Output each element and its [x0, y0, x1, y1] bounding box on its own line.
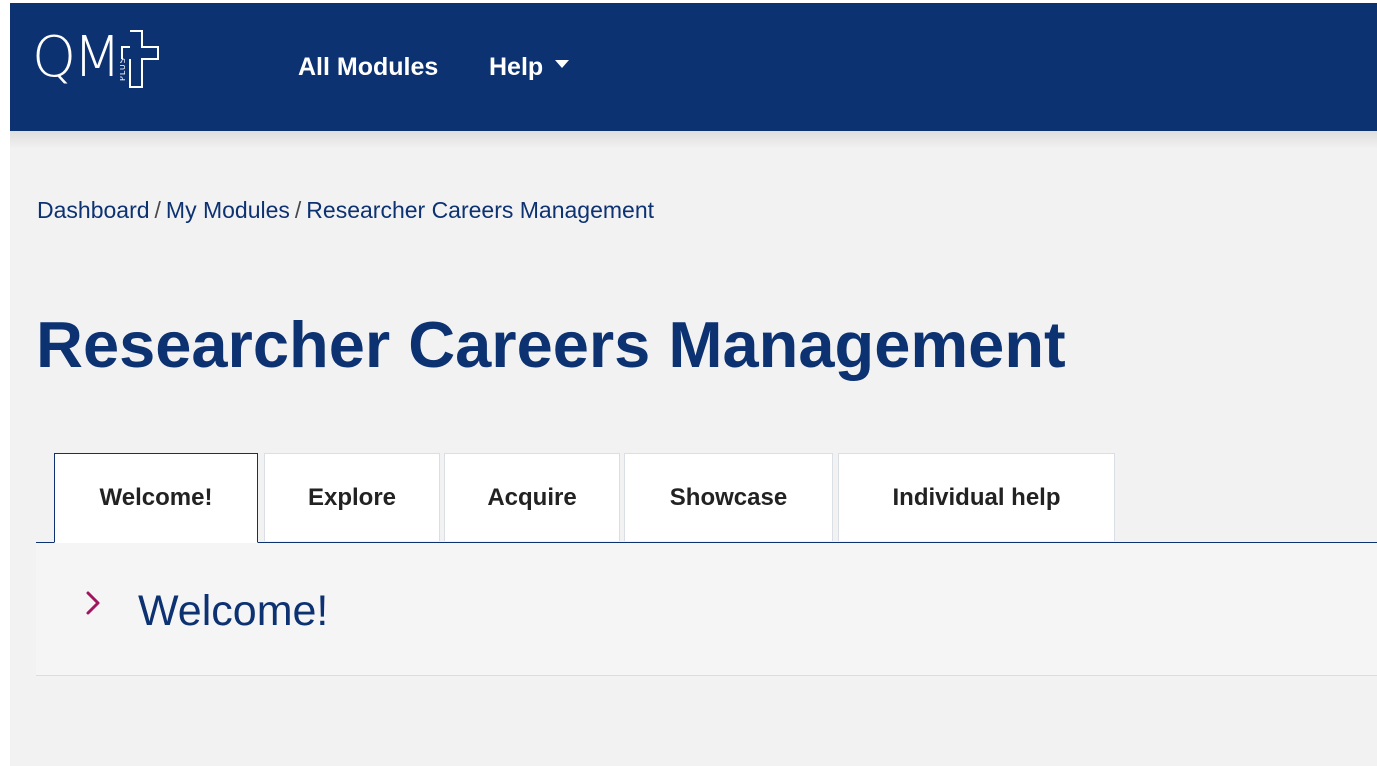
breadcrumb-my-modules[interactable]: My Modules	[166, 197, 290, 223]
page-title: Researcher Careers Management	[36, 308, 1066, 381]
breadcrumb-separator: /	[154, 197, 161, 223]
section-title[interactable]: Welcome!	[138, 585, 328, 637]
tab-welcome[interactable]: Welcome!	[54, 453, 258, 543]
tab-showcase[interactable]: Showcase	[624, 453, 833, 541]
logo-text: QM	[32, 25, 121, 90]
navbar-shadow	[10, 131, 1377, 149]
tab-explore[interactable]: Explore	[264, 453, 440, 541]
nav-help-dropdown[interactable]: Help	[489, 51, 570, 83]
tab-individual-help[interactable]: Individual help	[838, 453, 1115, 541]
caret-down-icon	[555, 60, 570, 69]
nav-all-modules[interactable]: All Modules	[298, 51, 438, 83]
site-logo[interactable]: QM PLUS	[32, 23, 162, 93]
top-navbar: QM PLUS All Modules Help	[10, 3, 1377, 131]
page: QM PLUS All Modules Help Dashboard / My Mo…	[10, 3, 1377, 766]
breadcrumb-current-module[interactable]: Researcher Careers Management	[306, 197, 654, 223]
breadcrumb-dashboard[interactable]: Dashboard	[37, 197, 150, 223]
tab-acquire[interactable]: Acquire	[444, 453, 620, 541]
nav-help-label: Help	[489, 53, 544, 81]
breadcrumb: Dashboard / My Modules / Researcher Careers …	[37, 195, 654, 225]
breadcrumb-separator: /	[294, 197, 302, 223]
svg-text:PLUS: PLUS	[120, 57, 127, 81]
logo-plus-icon: PLUS	[120, 30, 160, 88]
welcome-section: Welcome!	[36, 543, 1377, 676]
chevron-right-icon[interactable]	[84, 588, 102, 618]
